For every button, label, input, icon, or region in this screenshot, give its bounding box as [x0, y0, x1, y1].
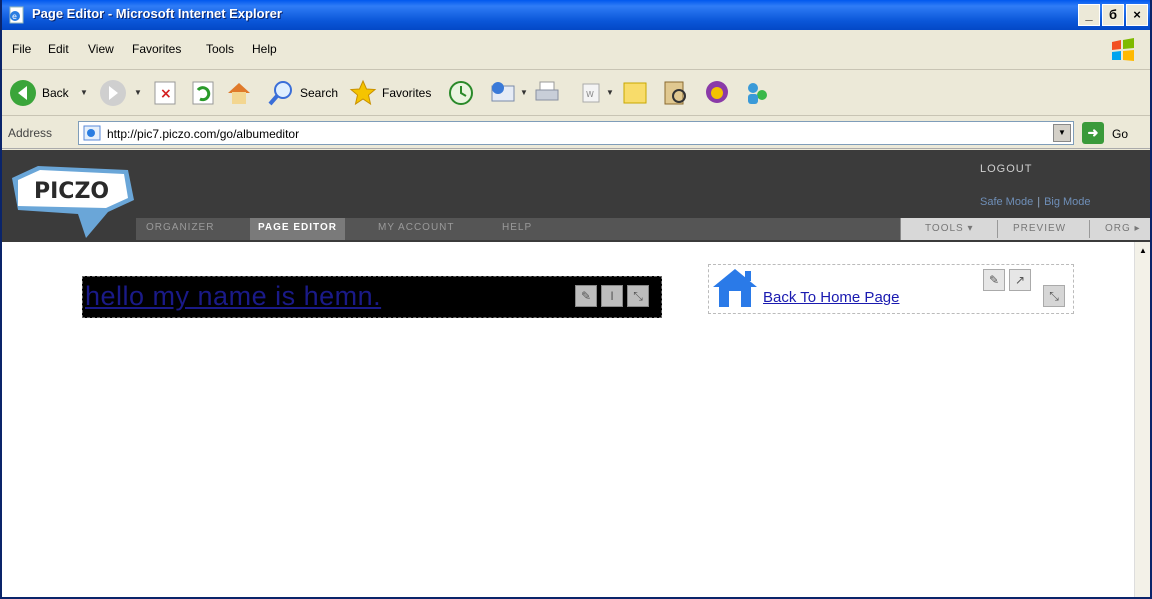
page-favicon-icon — [83, 125, 101, 141]
mail-icon[interactable] — [488, 78, 518, 108]
refresh-icon[interactable] — [188, 78, 218, 108]
home-link-element[interactable]: Back To Home Page ✎ ↗ ⤡ — [708, 264, 1074, 314]
go-button[interactable]: Go — [1112, 127, 1128, 141]
address-url[interactable]: http://pic7.piczo.com/go/albumeditor — [107, 127, 299, 141]
preview-tab[interactable]: PREVIEW — [1013, 223, 1066, 234]
mode-separator: | — [1037, 196, 1041, 208]
maximize-button[interactable]: б — [1102, 4, 1124, 26]
svg-text:PICZO: PICZO — [34, 179, 109, 204]
research-icon[interactable] — [660, 78, 690, 108]
go-arrow-icon[interactable]: ➜ — [1082, 122, 1104, 144]
tab-page-editor[interactable]: PAGE EDITOR — [250, 218, 345, 240]
home-icon[interactable] — [224, 78, 254, 108]
mail-dropdown-icon[interactable]: ▼ — [520, 88, 528, 97]
menu-edit[interactable]: Edit — [48, 42, 69, 56]
tab-divider — [1089, 220, 1090, 238]
tab-divider — [997, 220, 998, 238]
scroll-up-icon[interactable]: ▲ — [1137, 246, 1149, 258]
resize-tool-icon[interactable]: ⤡ — [627, 285, 649, 307]
vertical-scrollbar[interactable]: ▲ — [1134, 242, 1150, 597]
back-to-home-link[interactable]: Back To Home Page — [763, 289, 899, 306]
messenger-icon[interactable] — [702, 78, 732, 108]
piczo-header: PICZO LOGOUT Safe Mode | Big Mode ORGANIZE… — [2, 150, 1150, 242]
tab-help[interactable]: HELP — [502, 222, 532, 233]
svg-text:e: e — [12, 12, 17, 21]
buddy-icon[interactable] — [742, 78, 772, 108]
ie-page-icon: e — [9, 6, 24, 24]
print-icon[interactable] — [532, 78, 562, 108]
minimize-button[interactable]: _ — [1078, 4, 1100, 26]
editor-right-tabs: TOOLS ▾ PREVIEW ORG ▸ — [900, 218, 1150, 240]
edit-tool-icon[interactable]: ✎ — [983, 269, 1005, 291]
resize-tool-icon[interactable]: ⤡ — [1043, 285, 1065, 307]
history-icon[interactable] — [446, 78, 476, 108]
forward-dropdown-icon[interactable]: ▼ — [134, 88, 142, 97]
edit-dropdown-icon[interactable]: ▼ — [606, 88, 614, 97]
menu-tools[interactable]: Tools — [206, 42, 234, 56]
forward-arrow-icon[interactable] — [98, 78, 128, 108]
menu-view[interactable]: View — [88, 42, 114, 56]
edit-icon[interactable]: W — [576, 78, 606, 108]
house-icon[interactable] — [711, 267, 759, 309]
menu-favorites[interactable]: Favorites — [132, 42, 181, 56]
browser-window: e Page Editor - Microsoft Internet Explo… — [0, 0, 1152, 599]
logout-link[interactable]: LOGOUT — [980, 163, 1032, 175]
window-title: Page Editor - Microsoft Internet Explore… — [32, 6, 282, 21]
edit-tool-icon[interactable]: ✎ — [575, 285, 597, 307]
stop-icon[interactable]: × — [150, 78, 180, 108]
hello-text[interactable]: hello my name is hemn. — [85, 281, 381, 312]
info-tool-icon[interactable]: I — [601, 285, 623, 307]
back-arrow-icon[interactable] — [8, 78, 38, 108]
discuss-icon[interactable] — [620, 78, 650, 108]
menu-bar: File Edit View Favorites Tools Help — [2, 30, 1150, 70]
title-bar[interactable]: e Page Editor - Microsoft Internet Explo… — [2, 0, 1150, 30]
standard-toolbar: Back ▼ ▼ × Search Favorites ▼ W ▼ — [2, 70, 1150, 116]
back-label[interactable]: Back — [42, 86, 69, 100]
search-label[interactable]: Search — [300, 86, 338, 100]
big-mode-link[interactable]: Big Mode — [1044, 196, 1090, 208]
menu-file[interactable]: File — [12, 42, 31, 56]
search-icon[interactable] — [266, 78, 296, 108]
favorites-label[interactable]: Favorites — [382, 86, 431, 100]
address-input[interactable]: http://pic7.piczo.com/go/albumeditor ▼ — [78, 121, 1074, 145]
address-dropdown-icon[interactable]: ▼ — [1053, 124, 1071, 142]
close-button[interactable]: × — [1126, 4, 1148, 26]
piczo-logo[interactable]: PICZO — [8, 160, 138, 240]
back-dropdown-icon[interactable]: ▼ — [80, 88, 88, 97]
address-bar: Address http://pic7.piczo.com/go/albumed… — [2, 117, 1150, 149]
link-tool-icon[interactable]: ↗ — [1009, 269, 1031, 291]
tab-organizer[interactable]: ORGANIZER — [146, 222, 214, 233]
tab-my-account[interactable]: MY ACCOUNT — [378, 222, 455, 233]
svg-text:×: × — [160, 86, 172, 102]
tools-menu-tab[interactable]: TOOLS ▾ — [925, 223, 974, 234]
editor-canvas[interactable]: hello my name is hemn. ✎ I ⤡ Back To Hom… — [2, 242, 1134, 597]
organizer-tab[interactable]: ORG ▸ — [1105, 223, 1141, 234]
mode-switcher: Safe Mode | Big Mode — [980, 196, 1091, 208]
menu-help[interactable]: Help — [252, 42, 277, 56]
text-box-element[interactable]: hello my name is hemn. ✎ I ⤡ — [82, 276, 662, 318]
svg-text:W: W — [586, 90, 594, 99]
favorites-star-icon[interactable] — [348, 78, 378, 108]
windows-logo-icon — [1112, 38, 1134, 61]
address-label: Address — [8, 126, 53, 140]
safe-mode-link[interactable]: Safe Mode — [980, 196, 1033, 208]
